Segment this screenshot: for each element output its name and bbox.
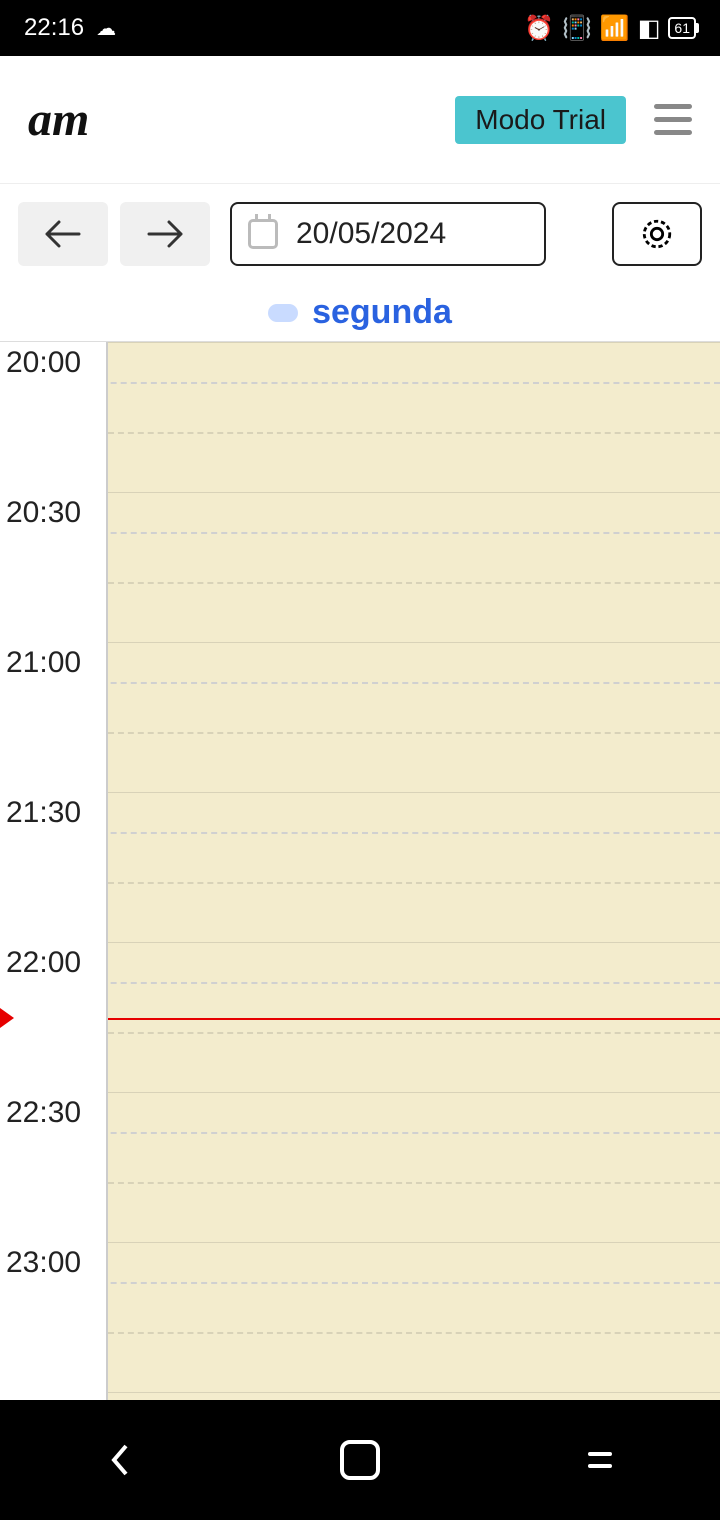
menu-lines-icon <box>582 1442 618 1478</box>
time-label: 22:00 <box>6 946 81 980</box>
system-back-button[interactable] <box>96 1436 144 1484</box>
day-indicator-pill <box>268 304 298 322</box>
square-icon <box>340 1440 380 1480</box>
calendar-body[interactable]: 20:0020:3021:0021:3022:0022:3023:0023:30 <box>0 342 720 1400</box>
day-name[interactable]: segunda <box>312 293 452 332</box>
day-header: segunda <box>0 284 720 342</box>
time-label: 22:30 <box>6 1096 81 1130</box>
time-slot[interactable] <box>108 942 720 1092</box>
time-label: 20:30 <box>6 496 81 530</box>
time-label: 21:00 <box>6 646 81 680</box>
current-time-marker-icon <box>0 1008 14 1028</box>
app-header: am Modo Trial <box>0 56 720 184</box>
wifi-icon: 📶 <box>600 14 630 43</box>
current-time-line <box>108 1018 720 1020</box>
time-label: 23:00 <box>6 1246 81 1280</box>
system-nav-bar <box>0 1400 720 1520</box>
settings-button[interactable] <box>612 202 702 266</box>
toolbar: 20/05/2024 <box>0 184 720 284</box>
time-slot[interactable] <box>108 342 720 492</box>
cloud-icon: ☁ <box>96 16 116 41</box>
date-picker[interactable]: 20/05/2024 <box>230 202 546 266</box>
time-column: 20:0020:3021:0021:3022:0022:3023:0023:30 <box>0 342 108 1400</box>
status-bar: 22:16 ☁ ⏰ 📳 📶 ◧ 61 <box>0 0 720 56</box>
alarm-icon: ⏰ <box>524 14 554 43</box>
time-slot[interactable] <box>108 642 720 792</box>
chevron-left-icon <box>102 1442 138 1478</box>
time-label: 21:30 <box>6 796 81 830</box>
status-time: 22:16 <box>24 14 84 42</box>
time-slot[interactable] <box>108 1392 720 1400</box>
time-label: 20:00 <box>6 346 81 380</box>
app-logo[interactable]: am <box>28 92 89 147</box>
time-slot[interactable] <box>108 1092 720 1242</box>
vibrate-icon: 📳 <box>562 14 592 43</box>
status-icons: ⏰ 📳 📶 ◧ 61 <box>524 14 696 43</box>
time-slot[interactable] <box>108 492 720 642</box>
no-sim-icon: ◧ <box>638 14 661 43</box>
date-text: 20/05/2024 <box>296 217 446 251</box>
calendar-icon <box>248 219 278 249</box>
calendar-slots[interactable] <box>108 342 720 1400</box>
arrow-left-icon <box>45 220 81 248</box>
system-home-button[interactable] <box>336 1436 384 1484</box>
battery-icon: 61 <box>668 17 696 39</box>
time-slot[interactable] <box>108 792 720 942</box>
trial-badge[interactable]: Modo Trial <box>455 96 626 144</box>
arrow-right-icon <box>147 220 183 248</box>
prev-day-button[interactable] <box>18 202 108 266</box>
next-day-button[interactable] <box>120 202 210 266</box>
gear-icon <box>640 217 674 251</box>
system-recent-button[interactable] <box>576 1436 624 1484</box>
hamburger-menu-icon[interactable] <box>654 104 692 135</box>
time-slot[interactable] <box>108 1242 720 1392</box>
